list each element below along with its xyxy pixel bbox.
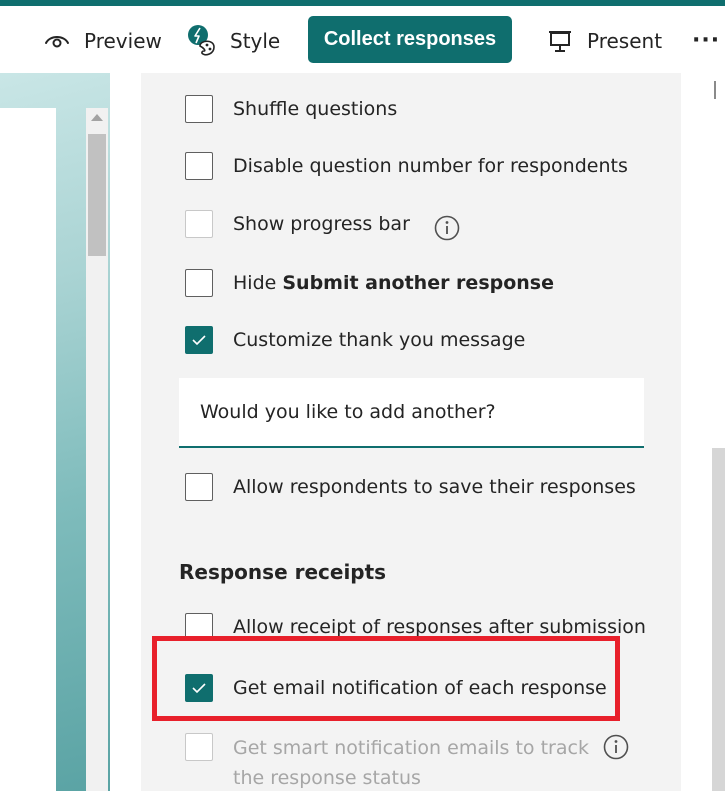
disable-question-number-checkbox[interactable] [185,152,213,180]
form-canvas-page [0,108,56,791]
allow-save-responses-checkbox[interactable] [185,473,213,501]
allow-save-responses-label: Allow respondents to save their response… [233,476,636,498]
shuffle-questions-option[interactable]: Shuffle questions [185,95,397,123]
eye-icon [44,32,70,50]
allow-receipt-label: Allow receipt of responses after submiss… [233,616,646,638]
collect-responses-button[interactable]: Collect responses [308,16,512,63]
show-progress-bar-checkbox [185,210,213,238]
disable-question-number-option[interactable]: Disable question number for respondents [185,152,628,180]
show-progress-bar-label: Show progress bar [233,213,410,235]
panel-scrollbar[interactable] [712,73,725,791]
present-icon [547,29,573,53]
email-notification-checkbox[interactable] [185,674,213,702]
hide-submit-another-label: Hide Submit another response [233,272,554,294]
present-button[interactable]: Present [547,18,662,64]
palette-icon [187,24,217,58]
email-notification-label: Get email notification of each response [233,677,607,699]
thank-you-message-input[interactable]: Would you like to add another? [179,378,644,448]
checkmark-icon [192,335,206,346]
smart-notification-label: Get smart notification emails to track t… [233,737,589,789]
hide-submit-another-checkbox[interactable] [185,269,213,297]
canvas-scroll-thumb[interactable] [88,134,106,256]
smart-notification-option [185,733,213,761]
allow-save-responses-option[interactable]: Allow respondents to save their response… [185,473,636,501]
hide-label-prefix: Hide [233,272,283,294]
allow-receipt-checkbox[interactable] [185,613,213,641]
email-notification-option[interactable]: Get email notification of each response [185,674,607,702]
style-button[interactable]: Style [187,18,280,64]
panel-scroll-thumb[interactable] [712,448,725,791]
toolbar: Preview Style Collect responses Present [0,6,725,73]
shuffle-questions-checkbox[interactable] [185,95,213,123]
customize-thank-you-checkbox[interactable] [185,326,213,354]
preview-button[interactable]: Preview [44,18,162,64]
progress-bar-info-icon[interactable] [434,215,460,241]
checkmark-icon [192,683,206,694]
response-receipts-heading: Response receipts [179,560,387,584]
canvas-scrollbar[interactable] [86,108,108,791]
scroll-up-arrow-icon[interactable] [91,114,103,121]
customize-thank-you-option[interactable]: Customize thank you message [185,326,525,354]
hide-label-bold: Submit another response [282,272,554,294]
more-options-icon[interactable]: ··· [692,28,720,53]
panel-gutter [681,73,712,791]
customize-thank-you-label: Customize thank you message [233,329,526,351]
preview-label: Preview [84,29,162,53]
hide-submit-another-option[interactable]: Hide Submit another response [185,269,554,297]
present-label: Present [587,29,663,53]
smart-notification-info-icon[interactable] [603,734,629,760]
disable-question-number-label: Disable question number for respondents [233,155,628,177]
panel-margin [110,73,141,791]
panel-scrollbar-edge [714,81,716,99]
shuffle-questions-label: Shuffle questions [233,98,398,120]
style-label: Style [230,29,281,53]
show-progress-bar-option: Show progress bar [185,210,410,238]
smart-notification-checkbox [185,733,213,761]
allow-receipt-option[interactable]: Allow receipt of responses after submiss… [185,613,646,641]
